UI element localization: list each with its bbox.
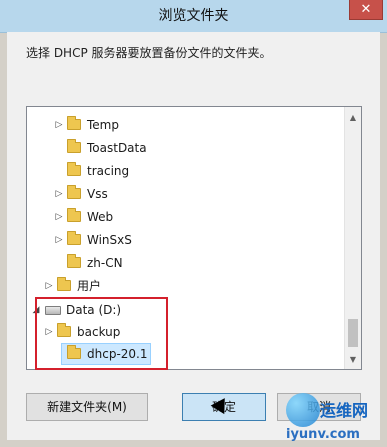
tree-item-label: dhcp-20.1 xyxy=(87,347,148,361)
drive-icon xyxy=(45,306,61,315)
tree-item-label: WinSxS xyxy=(87,233,132,247)
folder-icon xyxy=(67,254,81,268)
watermark-url: iyunv.com xyxy=(286,427,360,442)
instruction-text: 选择 DHCP 服务器要放置备份文件的文件夹。 xyxy=(26,46,272,60)
folder-icon xyxy=(57,323,71,337)
tree-item-label: tracing xyxy=(87,164,130,178)
tree-item-label: backup xyxy=(77,325,121,339)
tree-item-label: zh-CN xyxy=(87,256,123,270)
tree-item-label: ToastData xyxy=(87,141,147,155)
scroll-up-icon[interactable]: ▲ xyxy=(345,109,361,126)
folder-icon xyxy=(67,231,81,245)
tree-item-tracing[interactable]: tracing xyxy=(27,160,345,182)
tree-item-zh-cn[interactable]: zh-CN xyxy=(27,252,345,274)
tree-item-label: Temp xyxy=(87,118,119,132)
tree-item-vss[interactable]: ▷ Vss xyxy=(27,183,345,205)
collapse-arrow-icon[interactable]: ◢ xyxy=(31,299,41,321)
expand-arrow-icon[interactable]: ▷ xyxy=(44,275,54,297)
vertical-scrollbar[interactable]: ▲ ▼ xyxy=(344,107,361,369)
scroll-down-icon[interactable]: ▼ xyxy=(345,351,361,368)
expand-arrow-icon[interactable]: ▷ xyxy=(54,206,64,228)
folder-tree[interactable]: ▷ Temp ToastData tracing ▷ Vss ▷ Web ▷ W… xyxy=(26,106,362,370)
close-button[interactable]: ✕ xyxy=(349,0,383,20)
tree-item-label: Vss xyxy=(87,187,108,201)
watermark-globe-icon xyxy=(286,393,320,427)
folder-icon xyxy=(67,345,81,359)
watermark-logo: 运维网 iyunv.com xyxy=(286,393,382,445)
tree-item-label: Data (D:) xyxy=(66,303,122,317)
tree-item-web[interactable]: ▷ Web xyxy=(27,206,345,228)
folder-icon xyxy=(67,116,81,130)
tree-item-label: Web xyxy=(87,210,114,224)
new-folder-button[interactable]: 新建文件夹(M) xyxy=(26,393,148,421)
expand-arrow-icon[interactable]: ▷ xyxy=(54,183,64,205)
tree-item-data-drive[interactable]: ◢ Data (D:) xyxy=(27,299,345,321)
dialog-title: 浏览文件夹 xyxy=(158,8,229,24)
folder-icon xyxy=(57,277,71,291)
tree-item-label: 用户 xyxy=(77,279,102,293)
tree-item-dhcp-20-1[interactable]: dhcp-20.1 xyxy=(27,343,345,365)
tree-item-backup[interactable]: ▷ backup xyxy=(27,321,345,343)
tree-item-toastdata[interactable]: ToastData xyxy=(27,137,345,159)
expand-arrow-icon[interactable]: ▷ xyxy=(54,229,64,251)
tree-item-winsxs[interactable]: ▷ WinSxS xyxy=(27,229,345,251)
tree-item-temp[interactable]: ▷ Temp xyxy=(27,114,345,136)
scroll-thumb[interactable] xyxy=(348,319,358,347)
folder-icon xyxy=(67,208,81,222)
folder-icon xyxy=(67,185,81,199)
title-bar: 浏览文件夹 ✕ xyxy=(0,0,387,33)
watermark-brand: 运维网 xyxy=(320,401,369,420)
folder-icon xyxy=(67,162,81,176)
folder-icon xyxy=(67,139,81,153)
tree-item-users[interactable]: ▷ 用户 xyxy=(27,275,345,297)
expand-arrow-icon[interactable]: ▷ xyxy=(54,114,64,136)
expand-arrow-icon[interactable]: ▷ xyxy=(44,321,54,343)
